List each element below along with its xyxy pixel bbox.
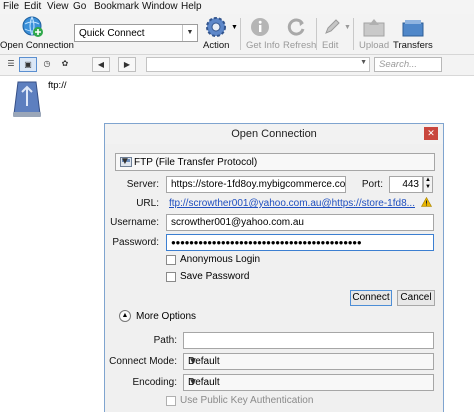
warning-icon bbox=[421, 197, 432, 207]
menu-go[interactable]: Go bbox=[73, 1, 86, 12]
edit-button[interactable]: ▼ Edit bbox=[318, 14, 351, 54]
transfers-label: Transfers bbox=[393, 40, 433, 51]
upload-label: Upload bbox=[359, 40, 390, 51]
get-info-label: Get Info bbox=[246, 40, 280, 51]
password-value: ●●●●●●●●●●●●●●●●●●●●●●●●●●●●●●●●●●●●●●●●… bbox=[171, 238, 362, 247]
quick-connect-select[interactable]: Quick Connect ▼ bbox=[74, 24, 198, 42]
path-label: Path: bbox=[153, 335, 177, 346]
password-input[interactable]: ●●●●●●●●●●●●●●●●●●●●●●●●●●●●●●●●●●●●●●●●… bbox=[166, 234, 434, 251]
port-input[interactable]: 443 bbox=[389, 176, 423, 193]
search-placeholder: Search... bbox=[379, 59, 418, 70]
refresh-icon bbox=[287, 18, 305, 36]
encoding-label: Encoding: bbox=[132, 377, 177, 388]
anonymous-login-label: Anonymous Login bbox=[180, 254, 261, 265]
chevron-down-icon: ▼ bbox=[231, 24, 238, 31]
quick-connect-label: Quick Connect bbox=[79, 28, 145, 39]
public-key-auth-checkbox[interactable] bbox=[166, 396, 176, 406]
server-label: Server: bbox=[126, 179, 159, 190]
pencil-icon bbox=[325, 19, 340, 34]
refresh-button[interactable]: Refresh bbox=[281, 14, 317, 54]
transfers-icon bbox=[402, 20, 424, 37]
globe-plus-icon bbox=[22, 16, 43, 37]
upload-icon bbox=[363, 19, 385, 37]
menu-bookmark[interactable]: Bookmark bbox=[94, 1, 139, 12]
get-info-button[interactable]: Get Info bbox=[244, 14, 280, 54]
upload-button[interactable]: Upload bbox=[356, 14, 392, 54]
toolbar: Open Connection Quick Connect ▼ ▼ Action… bbox=[0, 14, 474, 55]
open-connection-label: Open Connection bbox=[0, 40, 74, 51]
drive-icon bbox=[13, 81, 41, 117]
username-input[interactable]: scrowther001@yahoo.com.au bbox=[166, 214, 434, 231]
port-label: Port: bbox=[361, 179, 383, 190]
dialog-titlebar: Open Connection ✕ bbox=[105, 124, 443, 144]
edit-label: Edit bbox=[322, 40, 339, 51]
chevron-down-icon: ▼ bbox=[344, 24, 351, 31]
columns-view-icon[interactable]: ☰ bbox=[2, 57, 20, 72]
public-key-auth-label: Use Public Key Authentication bbox=[180, 395, 314, 406]
chevron-up-icon[interactable]: ▲ bbox=[119, 310, 131, 322]
menu-file[interactable]: File bbox=[3, 1, 19, 12]
search-input[interactable]: Search... bbox=[374, 57, 442, 72]
password-label: Password: bbox=[112, 237, 159, 248]
chevron-down-icon: ▼ bbox=[360, 59, 367, 66]
save-password-label: Save Password bbox=[180, 271, 250, 282]
connect-button[interactable]: Connect bbox=[350, 290, 392, 306]
save-password-checkbox[interactable] bbox=[166, 272, 176, 282]
server-input[interactable]: https://store-1fd8oy.mybigcommerce.com/d… bbox=[166, 176, 346, 193]
forward-icon[interactable]: ▶ bbox=[118, 57, 136, 72]
chevron-down-icon: ▼ bbox=[120, 156, 130, 167]
protocol-select[interactable]: FTP (File Transfer Protocol) ▼ bbox=[115, 153, 435, 171]
port-stepper[interactable]: ▲ ▼ bbox=[423, 176, 433, 193]
chevron-down-icon: ▼ bbox=[182, 25, 197, 41]
gear-icon bbox=[206, 17, 226, 37]
cancel-button[interactable]: Cancel bbox=[397, 290, 435, 306]
action-label: Action bbox=[203, 40, 230, 51]
bookmark-item[interactable]: ftp:// bbox=[10, 78, 70, 120]
transfers-button[interactable]: Transfers bbox=[393, 14, 433, 54]
bookmark-label: ftp:// bbox=[48, 80, 67, 91]
refresh-label: Refresh bbox=[283, 40, 317, 51]
navigation-bar: ☰ ▣ ◷ ✿ ◀ ▶ ▼ Search... bbox=[0, 55, 474, 76]
open-connection-button[interactable]: Open Connection bbox=[0, 14, 74, 54]
bonjour-icon[interactable]: ✿ bbox=[56, 57, 74, 72]
chevron-down-icon: ▼ bbox=[188, 356, 198, 367]
dialog-title: Open Connection bbox=[231, 128, 317, 140]
path-input[interactable] bbox=[183, 332, 434, 349]
menu-help[interactable]: Help bbox=[181, 1, 202, 12]
action-button[interactable]: ▼ Action bbox=[203, 14, 238, 54]
server-value: https://store-1fd8oy.mybigcommerce.com/d… bbox=[171, 179, 345, 190]
encoding-select[interactable]: Default ▼ bbox=[183, 374, 434, 391]
menu-window[interactable]: Window bbox=[142, 1, 178, 12]
open-connection-dialog: Open Connection ✕ FTP (File Transfer Pro… bbox=[104, 123, 444, 412]
path-select[interactable]: ▼ bbox=[146, 57, 370, 72]
more-options-toggle[interactable]: More Options bbox=[136, 311, 196, 322]
username-value: scrowther001@yahoo.com.au bbox=[171, 217, 304, 228]
username-label: Username: bbox=[110, 217, 159, 228]
url-label: URL: bbox=[136, 198, 159, 209]
port-value: 443 bbox=[402, 179, 419, 190]
anonymous-login-checkbox[interactable] bbox=[166, 255, 176, 265]
toolbar-separator bbox=[316, 18, 317, 50]
connect-mode-label: Connect Mode: bbox=[109, 356, 177, 367]
bookmarks-view-icon[interactable]: ▣ bbox=[19, 57, 37, 72]
menu-bar: File Edit View Go Bookmark Window Help bbox=[0, 0, 474, 14]
back-icon[interactable]: ◀ bbox=[92, 57, 110, 72]
toolbar-separator bbox=[353, 18, 354, 50]
menu-view[interactable]: View bbox=[47, 1, 69, 12]
chevron-down-icon: ▼ bbox=[188, 377, 198, 388]
url-link[interactable]: ftp://scrowther001@yahoo.com.au@https://… bbox=[169, 198, 415, 209]
toolbar-separator bbox=[240, 18, 241, 50]
close-icon[interactable]: ✕ bbox=[424, 127, 438, 140]
connect-mode-select[interactable]: Default ▼ bbox=[183, 353, 434, 370]
info-icon bbox=[251, 18, 269, 36]
menu-edit[interactable]: Edit bbox=[24, 1, 41, 12]
history-icon[interactable]: ◷ bbox=[38, 57, 56, 72]
